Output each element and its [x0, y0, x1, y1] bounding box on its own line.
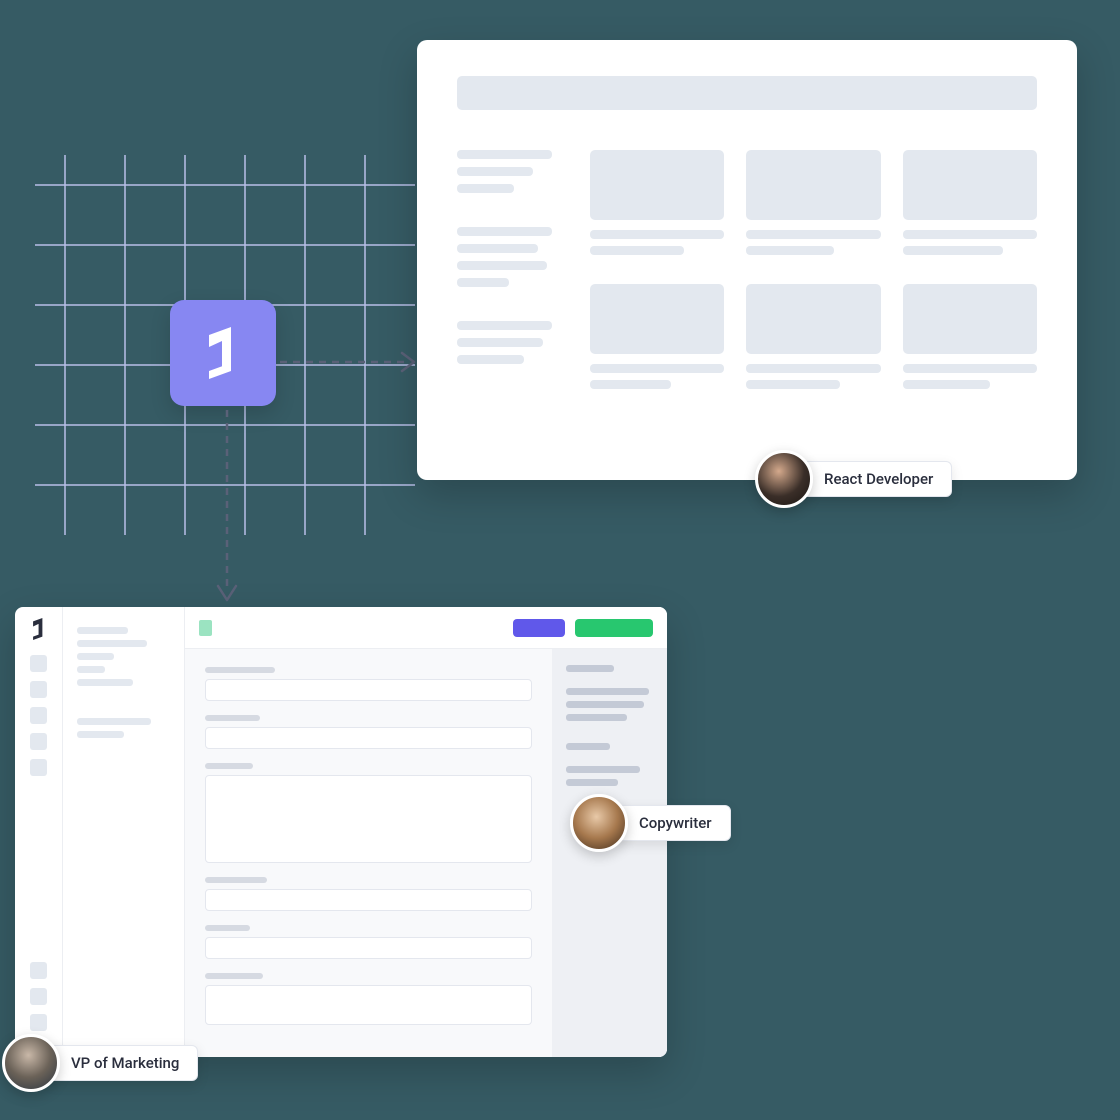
document-icon: [199, 620, 212, 636]
avatar: [570, 794, 628, 852]
persona-vp-marketing: VP of Marketing: [2, 1034, 198, 1092]
primary-button-placeholder: [513, 619, 565, 637]
icon-rail: [15, 607, 63, 1057]
avatar: [755, 450, 813, 508]
form-area: [185, 649, 552, 1057]
website-wireframe-card: [417, 40, 1077, 480]
content-grid-placeholder: [590, 150, 1037, 396]
publish-button-placeholder: [575, 619, 653, 637]
persona-copywriter: Copywriter: [570, 794, 731, 852]
hero-placeholder: [457, 76, 1037, 110]
avatar: [2, 1034, 60, 1092]
sidebar-placeholder: [457, 150, 552, 396]
persona-label: Copywriter: [616, 805, 731, 841]
graphcms-logo-icon: [202, 327, 244, 379]
persona-label: React Developer: [801, 461, 952, 497]
nav-panel: [63, 607, 185, 1057]
arrow-right-icon: [280, 350, 420, 374]
persona-label: VP of Marketing: [48, 1045, 198, 1081]
cms-topbar: [185, 607, 667, 649]
arrow-down-icon: [215, 410, 239, 605]
logo-tile: [170, 300, 276, 406]
persona-react-developer: React Developer: [755, 450, 952, 508]
graphcms-logo-small-icon: [30, 618, 48, 640]
right-panel: [552, 649, 667, 1057]
